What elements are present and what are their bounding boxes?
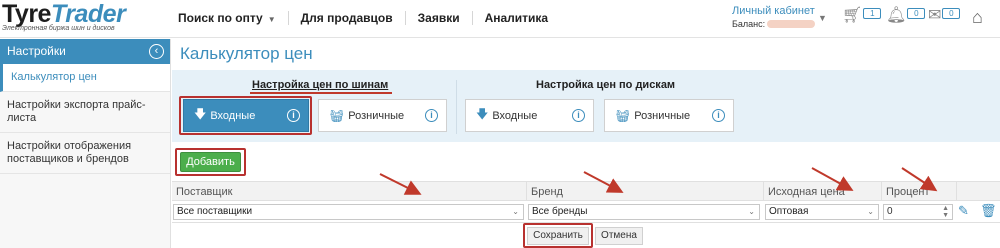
chevron-down-icon: ⌄ [512, 207, 519, 216]
tyre-settings-title: Настройка цен по шинам [252, 79, 389, 91]
home-icon[interactable]: ⌂ [972, 8, 983, 26]
logo-main-text: Tyre [2, 0, 51, 28]
column-header-base-price: Исходная цена [763, 182, 881, 202]
supplier-select[interactable]: Все поставщики ⌄ [173, 204, 524, 220]
sidebar-header: Настройки ‹ [0, 39, 170, 64]
sidebar-item-display-settings[interactable]: Настройки отображения поставщиков и брен… [0, 133, 170, 174]
notifications-button[interactable]: 🔔︎ 0 [886, 7, 926, 24]
top-header: TyreTrader Электронная биржа шин и диско… [0, 0, 1000, 38]
trash-icon[interactable]: 🗑︎ [980, 204, 997, 218]
download-arrow-icon: 🡇 [476, 107, 489, 121]
account-chevron-down-icon[interactable]: ▼ [818, 13, 827, 23]
table-header: Поставщик Бренд Исходная цена Процент [172, 181, 1000, 202]
group-divider [456, 80, 457, 134]
info-icon[interactable]: i [425, 109, 438, 122]
account-block: Личный кабинет Баланс: [732, 5, 822, 29]
notifications-count-badge: 0 [907, 8, 926, 19]
page-title: Калькулятор цен [180, 44, 313, 63]
account-link[interactable]: Личный кабинет [732, 5, 822, 17]
sidebar-item-price-export[interactable]: Настройки экспорта прайс-листа [0, 92, 170, 133]
logo[interactable]: TyreTrader Электронная биржа шин и диско… [2, 0, 126, 32]
balance-value-hidden [767, 20, 816, 28]
cart-icon: 🛒︎ [842, 7, 863, 24]
basket-icon: 🧺︎ [329, 108, 345, 123]
messages-count-badge: 0 [942, 8, 961, 19]
cancel-button[interactable]: Отмена [595, 227, 643, 245]
stepper-arrows-icon[interactable]: ▲ ▼ [942, 205, 949, 219]
column-header-actions [956, 182, 1000, 202]
base-price-select[interactable]: Оптовая ⌄ [765, 204, 879, 220]
envelope-icon: ✉ [928, 7, 942, 24]
info-icon[interactable]: i [572, 109, 585, 122]
nav-wholesale-search[interactable]: Поиск по опту ▼ [178, 11, 288, 25]
balance-label: Баланс: [732, 19, 766, 29]
messages-button[interactable]: ✉ 0 [928, 7, 961, 24]
cart-button[interactable]: 🛒︎ 1 [842, 7, 882, 24]
sidebar-title: Настройки [7, 44, 66, 58]
tyre-retail-button[interactable]: 🧺︎ Розничные i [318, 99, 447, 132]
chevron-down-icon: ⌄ [748, 207, 755, 216]
nav-analytics[interactable]: Аналитика [471, 11, 561, 25]
chevron-down-icon: ▼ [267, 15, 276, 24]
column-header-percent: Процент [881, 182, 956, 202]
top-nav: Поиск по опту ▼ Для продавцов Заявки Анал… [178, 11, 560, 25]
column-header-supplier: Поставщик [176, 186, 233, 198]
annotation-highlight-box [179, 96, 312, 135]
percent-input[interactable]: 0 ▲ ▼ [883, 204, 953, 220]
brand-select[interactable]: Все бренды ⌄ [528, 204, 760, 220]
nav-for-sellers[interactable]: Для продавцов [287, 11, 405, 25]
disk-settings-title: Настройка цен по дискам [536, 79, 676, 91]
logo-accent-text: Trader [50, 0, 126, 28]
cart-count-badge: 1 [863, 8, 882, 19]
column-header-brand: Бренд [526, 182, 763, 202]
chevron-down-icon: ⌄ [867, 207, 874, 216]
edit-pencil-icon[interactable]: ✎ [958, 204, 969, 218]
disk-retail-button[interactable]: 🧺︎ Розничные i [604, 99, 734, 132]
annotation-highlight-box [175, 148, 246, 176]
annotation-highlight-box [523, 223, 593, 248]
sidebar: Настройки ‹ Калькулятор цен Настройки эк… [0, 39, 171, 248]
logo-tagline: Электронная биржа шин и дисков [2, 25, 115, 32]
collapse-chevron-left-icon[interactable]: ‹ [149, 44, 164, 59]
disk-incoming-button[interactable]: 🡇 Входные i [465, 99, 594, 132]
info-icon[interactable]: i [712, 109, 725, 122]
annotation-underline [250, 92, 392, 94]
table-row: Все поставщики ⌄ Все бренды ⌄ Оптовая ⌄ … [172, 201, 1000, 223]
nav-requests[interactable]: Заявки [404, 11, 472, 25]
sidebar-item-price-calculator[interactable]: Калькулятор цен [0, 64, 170, 92]
bell-icon: 🔔︎ [886, 7, 907, 24]
basket-icon: 🧺︎ [615, 108, 631, 123]
